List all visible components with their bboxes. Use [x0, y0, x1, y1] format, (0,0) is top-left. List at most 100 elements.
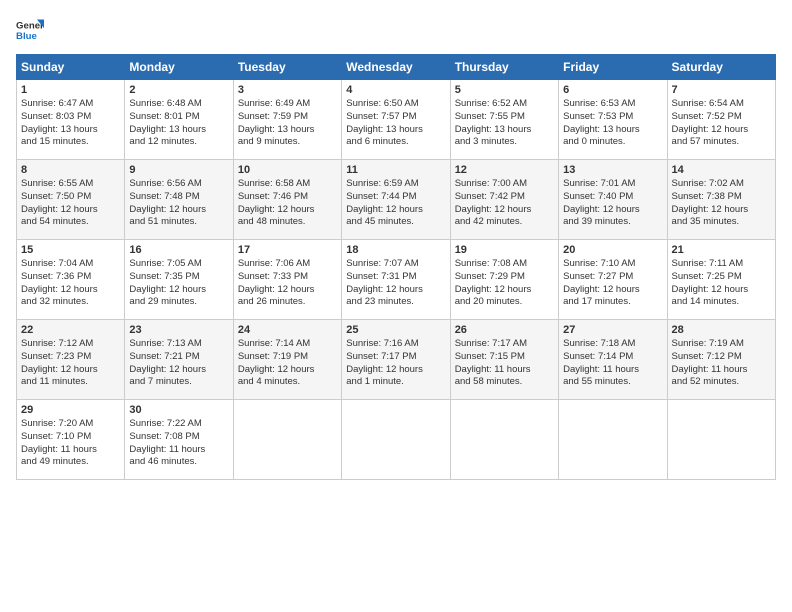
cell-line: Daylight: 13 hours — [129, 124, 228, 137]
cell-line: Sunrise: 7:13 AM — [129, 338, 228, 351]
cell-line: Sunset: 7:38 PM — [672, 191, 771, 204]
cell-line: and 51 minutes. — [129, 216, 228, 229]
cell-line: and 54 minutes. — [21, 216, 120, 229]
cell-line: Sunrise: 6:49 AM — [238, 98, 337, 111]
cell-line: Sunset: 7:25 PM — [672, 271, 771, 284]
day-number: 26 — [455, 324, 554, 336]
cell-content: Sunrise: 6:53 AMSunset: 7:53 PMDaylight:… — [563, 98, 662, 149]
cell-line: Daylight: 12 hours — [455, 204, 554, 217]
cell-line: Daylight: 12 hours — [346, 284, 445, 297]
cell-line: Sunrise: 6:53 AM — [563, 98, 662, 111]
cell-line: Sunset: 7:46 PM — [238, 191, 337, 204]
calendar-cell: 7Sunrise: 6:54 AMSunset: 7:52 PMDaylight… — [667, 80, 775, 160]
calendar-cell: 21Sunrise: 7:11 AMSunset: 7:25 PMDayligh… — [667, 240, 775, 320]
cell-line: and 0 minutes. — [563, 136, 662, 149]
cell-line: Sunset: 7:55 PM — [455, 111, 554, 124]
calendar-cell: 22 Sunrise: 7:12 AMSunset: 7:23 PMDayligh… — [17, 320, 125, 400]
calendar-cell: 4Sunrise: 6:50 AMSunset: 7:57 PMDaylight… — [342, 80, 450, 160]
cell-content: Sunrise: 7:17 AMSunset: 7:15 PMDaylight:… — [455, 338, 554, 389]
calendar-header-saturday: Saturday — [667, 55, 775, 80]
cell-content: Sunrise: 7:11 AMSunset: 7:25 PMDaylight:… — [672, 258, 771, 309]
cell-line: Daylight: 12 hours — [238, 364, 337, 377]
cell-line: Sunset: 7:15 PM — [455, 351, 554, 364]
day-number: 18 — [346, 244, 445, 256]
cell-line: and 42 minutes. — [455, 216, 554, 229]
day-number: 23 — [129, 324, 228, 336]
cell-content: Sunrise: 7:07 AMSunset: 7:31 PMDaylight:… — [346, 258, 445, 309]
calendar-cell: 12Sunrise: 7:00 AMSunset: 7:42 PMDayligh… — [450, 160, 558, 240]
cell-line: Sunrise: 6:56 AM — [129, 178, 228, 191]
cell-line: Sunrise: 7:08 AM — [455, 258, 554, 271]
cell-line: Sunrise: 7:17 AM — [455, 338, 554, 351]
cell-line: and 52 minutes. — [672, 376, 771, 389]
cell-line: Sunrise: 7:02 AM — [672, 178, 771, 191]
cell-content: Sunrise: 6:59 AMSunset: 7:44 PMDaylight:… — [346, 178, 445, 229]
cell-line: Sunset: 7:19 PM — [238, 351, 337, 364]
calendar-body: 1Sunrise: 6:47 AMSunset: 8:03 PMDaylight… — [17, 80, 776, 480]
calendar-cell — [450, 400, 558, 480]
cell-line: Sunrise: 7:04 AM — [21, 258, 120, 271]
cell-content: Sunrise: 6:58 AMSunset: 7:46 PMDaylight:… — [238, 178, 337, 229]
day-number: 4 — [346, 84, 445, 96]
cell-line: Sunrise: 6:52 AM — [455, 98, 554, 111]
day-number: 13 — [563, 164, 662, 176]
cell-line: and 58 minutes. — [455, 376, 554, 389]
cell-line: Sunrise: 7:16 AM — [346, 338, 445, 351]
cell-line: Sunrise: 6:59 AM — [346, 178, 445, 191]
cell-line: and 7 minutes. — [129, 376, 228, 389]
cell-line: and 14 minutes. — [672, 296, 771, 309]
day-number: 7 — [672, 84, 771, 96]
day-number: 30 — [129, 404, 228, 416]
page-header: General Blue — [16, 16, 776, 44]
day-number: 1 — [21, 84, 120, 96]
cell-line: and 57 minutes. — [672, 136, 771, 149]
cell-line: Daylight: 12 hours — [672, 284, 771, 297]
cell-content: Sunrise: 6:56 AMSunset: 7:48 PMDaylight:… — [129, 178, 228, 229]
calendar-cell: 5 Sunrise: 6:52 AMSunset: 7:55 PMDaylight… — [450, 80, 558, 160]
cell-line: and 39 minutes. — [563, 216, 662, 229]
cell-line: Sunrise: 7:05 AM — [129, 258, 228, 271]
day-number: 11 — [346, 164, 445, 176]
calendar-header-row: SundayMondayTuesdayWednesdayThursdayFrid… — [17, 55, 776, 80]
cell-line: Daylight: 11 hours — [129, 444, 228, 457]
cell-line: Sunset: 8:03 PM — [21, 111, 120, 124]
cell-line: and 11 minutes. — [21, 376, 120, 389]
cell-line: Sunset: 7:14 PM — [563, 351, 662, 364]
cell-line: Daylight: 12 hours — [346, 364, 445, 377]
day-number: 24 — [238, 324, 337, 336]
calendar-cell: 16Sunrise: 7:05 AMSunset: 7:35 PMDayligh… — [125, 240, 233, 320]
cell-line: and 9 minutes. — [238, 136, 337, 149]
cell-line: and 6 minutes. — [346, 136, 445, 149]
cell-line: and 17 minutes. — [563, 296, 662, 309]
cell-content: Sunrise: 6:52 AMSunset: 7:55 PMDaylight:… — [455, 98, 554, 149]
cell-line: and 46 minutes. — [129, 456, 228, 469]
cell-content: Sunrise: 7:05 AMSunset: 7:35 PMDaylight:… — [129, 258, 228, 309]
day-number: 22 — [21, 324, 120, 336]
day-number: 8 — [21, 164, 120, 176]
cell-content: Sunrise: 7:04 AMSunset: 7:36 PMDaylight:… — [21, 258, 120, 309]
calendar-week-row: 8Sunrise: 6:55 AMSunset: 7:50 PMDaylight… — [17, 160, 776, 240]
cell-line: Sunrise: 7:12 AM — [21, 338, 120, 351]
cell-content: Sunrise: 7:19 AMSunset: 7:12 PMDaylight:… — [672, 338, 771, 389]
cell-content: Sunrise: 7:22 AMSunset: 7:08 PMDaylight:… — [129, 418, 228, 469]
calendar-week-row: 29Sunrise: 7:20 AMSunset: 7:10 PMDayligh… — [17, 400, 776, 480]
cell-line: and 20 minutes. — [455, 296, 554, 309]
calendar-header-friday: Friday — [559, 55, 667, 80]
cell-line: Daylight: 13 hours — [563, 124, 662, 137]
calendar-header-sunday: Sunday — [17, 55, 125, 80]
cell-content: Sunrise: 6:49 AMSunset: 7:59 PMDaylight:… — [238, 98, 337, 149]
cell-line: and 1 minute. — [346, 376, 445, 389]
cell-line: Daylight: 13 hours — [455, 124, 554, 137]
cell-content: Sunrise: 7:20 AMSunset: 7:10 PMDaylight:… — [21, 418, 120, 469]
cell-content: Sunrise: 7:12 AMSunset: 7:23 PMDaylight:… — [21, 338, 120, 389]
calendar-cell: 9Sunrise: 6:56 AMSunset: 7:48 PMDaylight… — [125, 160, 233, 240]
cell-content: Sunrise: 6:48 AMSunset: 8:01 PMDaylight:… — [129, 98, 228, 149]
cell-line: Sunset: 7:12 PM — [672, 351, 771, 364]
cell-line: Sunrise: 7:22 AM — [129, 418, 228, 431]
cell-line: and 12 minutes. — [129, 136, 228, 149]
day-number: 5 — [455, 84, 554, 96]
cell-line: Sunrise: 7:18 AM — [563, 338, 662, 351]
cell-line: Sunrise: 6:50 AM — [346, 98, 445, 111]
calendar-cell: 18 Sunrise: 7:07 AMSunset: 7:31 PMDayligh… — [342, 240, 450, 320]
logo-icon: General Blue — [16, 16, 44, 44]
